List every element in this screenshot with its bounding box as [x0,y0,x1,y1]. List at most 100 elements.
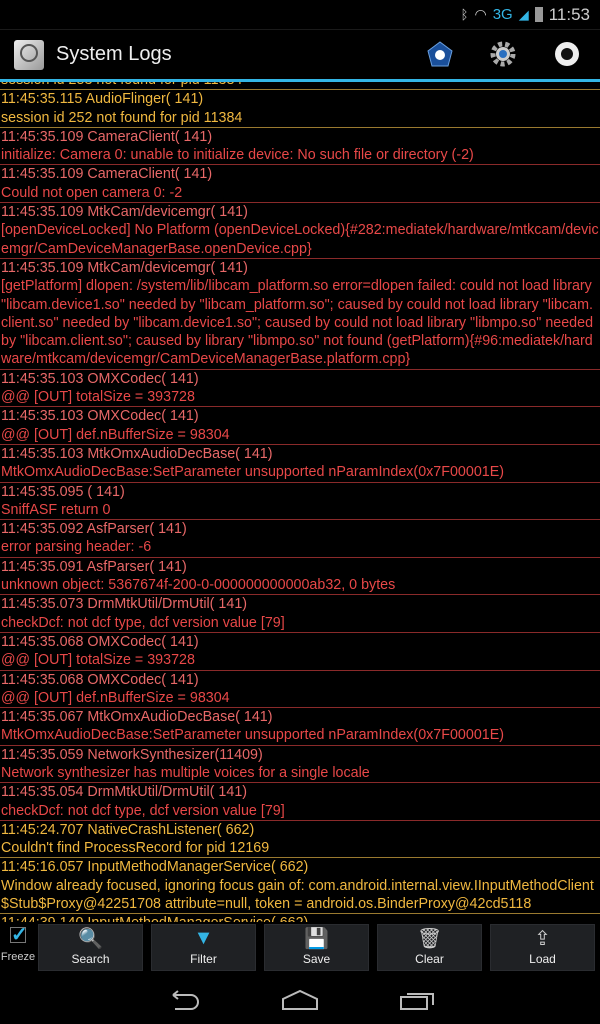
trash-icon: 🗑 [416,927,443,950]
home-icon[interactable] [281,989,319,1011]
log-entry-header: 11:44:39.140 InputMethodManagerService( … [1,914,600,922]
log-entry-message: error parsing header: -6 [1,539,152,556]
clock: 11:53 [548,4,590,24]
log-entry-message: session id 253 not found for pid 11384 [1,82,600,89]
log-entry[interactable]: 11:45:35.068 OMXCodec( 141) @@ [OUT] tota… [0,633,600,671]
app-logo-icon [14,39,44,70]
search-icon: 🔍 [78,927,103,950]
log-entry-message: unknown object: 5367674f-200-0-000000000… [1,577,396,594]
log-entry[interactable]: 11:45:16.057 InputMethodManagerService( … [0,858,600,915]
log-entry-message: @@ [OUT] def.nBufferSize = 98304 [1,426,230,443]
log-entry-message: MtkOmxAudioDecBase:SetParameter unsuppor… [1,727,505,744]
log-entry-header: 11:45:35.109 CameraClient( 141) [1,166,213,183]
freeze-label: Freeze [0,951,36,963]
log-entry-message: @@ [OUT] totalSize = 393728 [1,652,195,669]
log-entry-header: 11:45:24.707 NativeCrashListener( 662) [1,821,255,838]
battery-icon [534,7,543,22]
log-entry[interactable]: 11:45:35.109 MtkCam/devicemgr( 141) [getP… [0,259,600,370]
log-entry-header: 11:45:35.115 AudioFlinger( 141) [1,91,204,108]
log-entry-header: 11:45:35.091 AsfParser( 141) [1,558,187,575]
freeze-checkbox[interactable]: ✓ Freeze [0,924,36,963]
log-entry-message: initialize: Camera 0: unable to initiali… [1,147,474,164]
back-icon[interactable] [165,989,201,1011]
log-entry[interactable]: 11:45:35.109 MtkCam/devicemgr( 141) [open… [0,203,600,259]
log-entry[interactable]: 11:45:35.095 ( 141) SniffASF return 0 [0,483,600,521]
wifi-icon: ◠ [474,6,487,22]
log-entry-header: 11:45:35.095 ( 141) [1,483,125,500]
log-entry[interactable]: 11:45:35.092 AsfParser( 141) error parsin… [0,520,600,558]
log-entry[interactable]: 11:45:35.091 AsfParser( 141) unknown obje… [0,558,600,596]
save-button[interactable]: 💾 Save [264,924,369,971]
checkbox-check-icon: ✓ [10,924,28,946]
settings-button[interactable] [487,38,519,70]
log-entry-header: 11:45:35.059 NetworkSynthesizer(11409) [1,746,263,763]
action-bar: System Logs [0,30,600,79]
log-entry-header: 11:45:35.103 OMXCodec( 141) [1,370,199,387]
log-entry-header: 11:45:35.109 CameraClient( 141) [1,128,213,145]
log-entry[interactable]: 11:45:35.109 CameraClient( 141) initializ… [0,128,600,166]
log-entry-message: checkDcf: not dcf type, dcf version valu… [1,614,285,631]
log-entry-header: 11:45:35.109 MtkCam/devicemgr( 141) [1,259,248,276]
map-icon [427,41,453,67]
load-icon: ⇪ [534,927,551,950]
page-title: System Logs [56,43,172,65]
log-entry[interactable]: 11:45:35.103 OMXCodec( 141) @@ [OUT] tota… [0,370,600,408]
log-entry[interactable]: 11:45:35.103 MtkOmxAudioDecBase( 141) Mtk… [0,445,600,483]
navigation-bar [0,975,600,1024]
log-entry-message: [openDeviceLocked] No Platform (openDevi… [1,222,599,257]
log-entry-message: Window already focused, ignoring focus g… [1,877,594,913]
log-entry-message: SniffASF return 0 [1,501,111,518]
log-entry[interactable]: 11:45:35.103 OMXCodec( 141) @@ [OUT] def.… [0,407,600,445]
button-label: Clear [415,952,444,966]
log-entry-header: 11:45:35.103 MtkOmxAudioDecBase( 141) [1,445,273,462]
log-entry-header: 11:45:35.054 DrmMtkUtil/DrmUtil( 141) [1,784,248,801]
filter-icon: ▼ [193,926,214,949]
log-entry[interactable]: 11:45:35.067 MtkOmxAudioDecBase( 141) Mtk… [0,708,600,746]
load-button[interactable]: ⇪ Load [490,924,595,971]
log-entry-header: 11:45:16.057 InputMethodManagerService( … [1,859,309,876]
record-button[interactable] [551,38,583,70]
log-list[interactable]: session id 253 not found for pid 1138411… [0,82,600,922]
log-entry-header: 11:45:35.067 MtkOmxAudioDecBase( 141) [1,709,273,726]
log-entry-header: 11:45:35.068 OMXCodec( 141) [1,633,199,650]
save-icon: 💾 [304,927,329,950]
log-entry-message: Network synthesizer has multiple voices … [1,764,370,781]
log-entry[interactable]: session id 253 not found for pid 11384 [0,82,600,91]
log-entry[interactable]: 11:45:35.109 CameraClient( 141) Could not… [0,165,600,204]
log-entry-message: Couldn't find ProcessRecord for pid 1216… [1,840,270,857]
bottom-toolbar: ✓ Freeze 🔍 Search ▼ Filter 💾 Save 🗑 Clear ⇪ Load [0,922,600,975]
filter-button[interactable]: ▼ Filter [151,924,256,971]
log-entry-message: @@ [OUT] def.nBufferSize = 98304 [1,689,230,706]
log-entry[interactable]: 11:45:35.115 AudioFlinger( 141) session i… [0,90,600,128]
map-button[interactable] [424,38,456,70]
log-entry-message: @@ [OUT] totalSize = 393728 [1,389,195,406]
log-entry-header: 11:45:35.103 OMXCodec( 141) [1,408,199,425]
log-entry-message: [getPlatform] dlopen: /system/lib/libcam… [1,278,594,368]
log-entry-header: 11:45:35.068 OMXCodec( 141) [1,671,199,688]
log-entry-message: Could not open camera 0: -2 [1,184,183,201]
log-entry-message: MtkOmxAudioDecBase:SetParameter unsuppor… [1,464,505,481]
recents-icon[interactable] [399,989,435,1011]
log-entry[interactable]: 11:45:35.073 DrmMtkUtil/DrmUtil( 141) che… [0,595,600,633]
button-label: Save [302,952,331,966]
log-entry-header: 11:45:35.109 MtkCam/devicemgr( 141) [1,204,248,221]
log-entry[interactable]: 11:45:35.059 NetworkSynthesizer(11409) Ne… [0,746,600,784]
signal-icon: ◢ [518,6,529,22]
record-icon [555,42,579,66]
button-label: Search [71,952,110,966]
log-entry[interactable]: 11:45:24.707 NativeCrashListener( 662) Co… [0,821,600,859]
log-entry[interactable]: 11:44:39.140 InputMethodManagerService( … [0,914,600,922]
network-type: 3G [492,6,513,23]
clear-button[interactable]: 🗑 Clear [377,924,482,971]
settings-icon [490,41,516,67]
button-label: Load [529,952,556,966]
status-bar: ᛒ ◠ 3G ◢ 11:53 [0,0,600,30]
log-entry-message: checkDcf: not dcf type, dcf version valu… [1,802,285,819]
log-entry-message: session id 252 not found for pid 11384 [1,109,243,126]
search-button[interactable]: 🔍 Search [38,924,143,971]
log-entry-header: 11:45:35.073 DrmMtkUtil/DrmUtil( 141) [1,596,248,613]
log-entry-header: 11:45:35.092 AsfParser( 141) [1,521,187,538]
log-entry[interactable]: 11:45:35.054 DrmMtkUtil/DrmUtil( 141) che… [0,783,600,821]
bluetooth-icon: ᛒ [460,7,469,22]
log-entry[interactable]: 11:45:35.068 OMXCodec( 141) @@ [OUT] def.… [0,671,600,709]
